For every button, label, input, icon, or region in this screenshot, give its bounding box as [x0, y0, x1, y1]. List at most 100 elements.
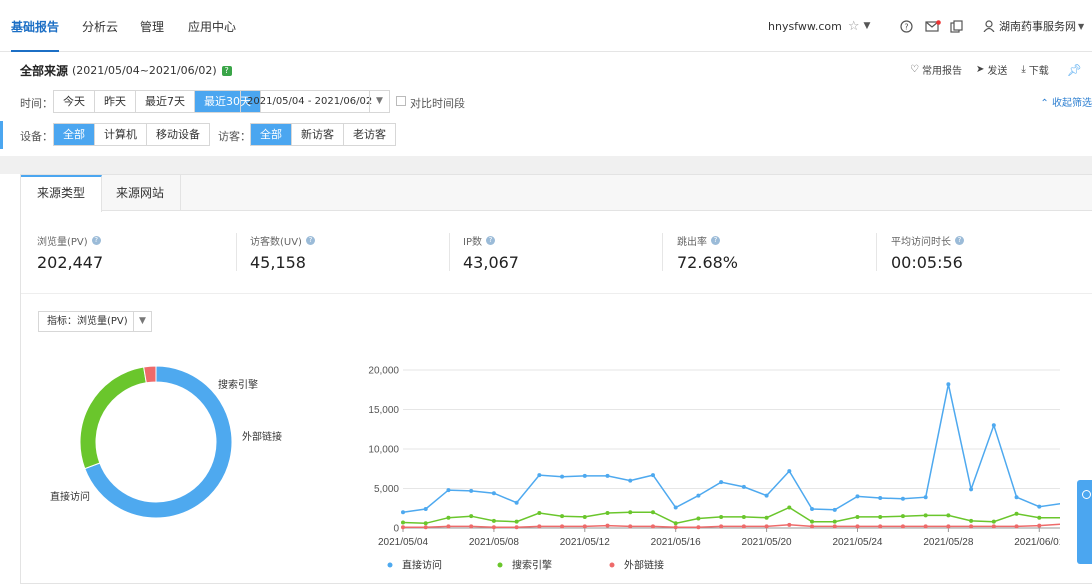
metric-uv: 访客数(UV)? 45,158: [250, 233, 315, 272]
visitor-option-returning[interactable]: 老访客: [344, 124, 395, 145]
divider: [21, 293, 1092, 294]
metric-divider: [662, 233, 663, 271]
data-point: [1037, 523, 1042, 528]
data-point: [469, 524, 474, 529]
compare-label: 对比时间段: [410, 97, 465, 110]
time-range-group: 今天 昨天 最近7天 最近30天: [53, 90, 261, 113]
donut-slice: [79, 366, 147, 470]
data-point: [560, 524, 565, 529]
star-icon[interactable]: ☆: [848, 19, 860, 34]
metric-uv-value: 45,158: [250, 253, 306, 272]
metric-pv-label: 浏览量(PV): [37, 237, 88, 248]
donut-slice: [143, 365, 157, 384]
copy-icon[interactable]: [950, 0, 963, 52]
data-point: [946, 382, 951, 387]
tab-source-type[interactable]: 来源类型: [21, 175, 103, 212]
collapse-filter-link[interactable]: ⌃ 收起筛选: [1040, 94, 1092, 109]
send-button[interactable]: ➤ 发送: [976, 62, 1007, 77]
user-menu[interactable]: 湖南药事服务网 ▼: [983, 0, 1084, 52]
data-point: [900, 514, 905, 519]
time-option-today[interactable]: 今天: [54, 91, 95, 112]
x-tick-label: 2021/05/20: [742, 537, 792, 548]
data-point: [446, 488, 451, 493]
help-icon[interactable]: ?: [711, 236, 720, 245]
heart-icon: ♡: [909, 64, 919, 75]
svg-text:?: ?: [904, 22, 908, 31]
time-option-last7[interactable]: 最近7天: [136, 91, 195, 112]
mail-icon[interactable]: [925, 0, 941, 52]
data-point: [855, 514, 860, 519]
data-point: [1014, 511, 1019, 516]
time-label: 时间：: [20, 97, 53, 110]
tab-source-site[interactable]: 来源网站: [100, 175, 182, 211]
data-point: [423, 521, 428, 526]
data-point: [923, 524, 928, 529]
line-chart: 0 5,000 10,000 15,000 20,000 2021/05/04 2021/0…: [368, 366, 1060, 572]
data-point: [605, 473, 610, 478]
chevron-down-icon[interactable]: ▼: [133, 312, 151, 331]
date-range-input[interactable]: 2021/05/04 - 2021/06/02 ▼: [240, 90, 390, 113]
nav-tab-app-center[interactable]: 应用中心: [188, 0, 236, 52]
data-point: [446, 515, 451, 520]
report-date-range: (2021/05/04~2021/06/02): [72, 64, 217, 77]
time-option-yesterday[interactable]: 昨天: [95, 91, 136, 112]
device-option-computer[interactable]: 计算机: [95, 124, 147, 145]
metric-pv-value: 202,447: [37, 253, 104, 272]
visitor-group: 全部 新访客 老访客: [250, 123, 396, 146]
data-point: [764, 524, 769, 529]
metric-divider: [449, 233, 450, 271]
device-option-mobile[interactable]: 移动设备: [147, 124, 209, 145]
data-point: [514, 519, 519, 524]
data-point: [832, 524, 837, 529]
metric-divider: [236, 233, 237, 271]
help-icon[interactable]: ?: [305, 236, 315, 245]
nav-tab-manage[interactable]: 管理: [140, 0, 164, 52]
data-point: [469, 514, 474, 519]
chevron-down-icon[interactable]: ▼: [864, 21, 871, 31]
help-icon[interactable]: ?: [91, 236, 101, 245]
data-point: [1037, 515, 1042, 520]
report-tabs: 来源类型 来源网站: [21, 175, 1092, 212]
donut-label: 直接访问: [50, 490, 90, 503]
nav-tab-analysis-cloud[interactable]: 分析云: [82, 0, 118, 52]
data-point: [1037, 504, 1042, 509]
help-icon[interactable]: ?: [221, 65, 232, 76]
help-icon[interactable]: ?: [955, 236, 964, 245]
data-point: [810, 519, 815, 524]
data-point: [537, 510, 542, 515]
data-point: [560, 474, 565, 479]
device-option-all[interactable]: 全部: [54, 124, 95, 145]
feedback-sidebar-button[interactable]: [1077, 480, 1092, 564]
pin-icon[interactable]: 📌︎: [1067, 63, 1082, 77]
data-point: [741, 514, 746, 519]
data-point: [787, 469, 792, 474]
donut-label: 搜索引擎: [218, 378, 258, 391]
x-tick-label: 2021/06/01: [1014, 537, 1060, 548]
data-point: [469, 488, 474, 493]
data-point: [991, 524, 996, 529]
help-icon[interactable]: ?: [900, 0, 913, 52]
data-point: [650, 473, 655, 478]
data-point: [878, 524, 883, 529]
data-point: [514, 500, 519, 505]
compare-checkbox[interactable]: [396, 96, 406, 106]
data-point: [764, 515, 769, 520]
section-gap: [0, 156, 1092, 174]
download-label: 下载: [1028, 66, 1049, 77]
nav-tab-basic-report[interactable]: 基础报告: [11, 0, 60, 52]
favorite-report-label: 常用报告: [921, 66, 962, 77]
favorite-report-button[interactable]: ♡ 常用报告: [910, 62, 962, 77]
data-point: [810, 524, 815, 529]
download-button[interactable]: ⤓ 下载: [1021, 62, 1048, 77]
y-tick-label: 10,000: [368, 445, 399, 456]
source-title: 全部来源: [20, 64, 69, 78]
visitor-option-new[interactable]: 新访客: [292, 124, 344, 145]
data-point: [969, 524, 974, 529]
site-selector[interactable]: hnysfww.com ☆ ▼: [768, 0, 870, 52]
visitor-option-all[interactable]: 全部: [251, 124, 292, 145]
data-point: [741, 524, 746, 529]
chevron-down-icon[interactable]: ▼: [369, 91, 389, 112]
metric-selector[interactable]: 指标：浏览量(PV) ▼: [38, 311, 152, 332]
help-icon[interactable]: ?: [485, 236, 495, 245]
x-tick-label: 2021/05/04: [378, 537, 428, 548]
